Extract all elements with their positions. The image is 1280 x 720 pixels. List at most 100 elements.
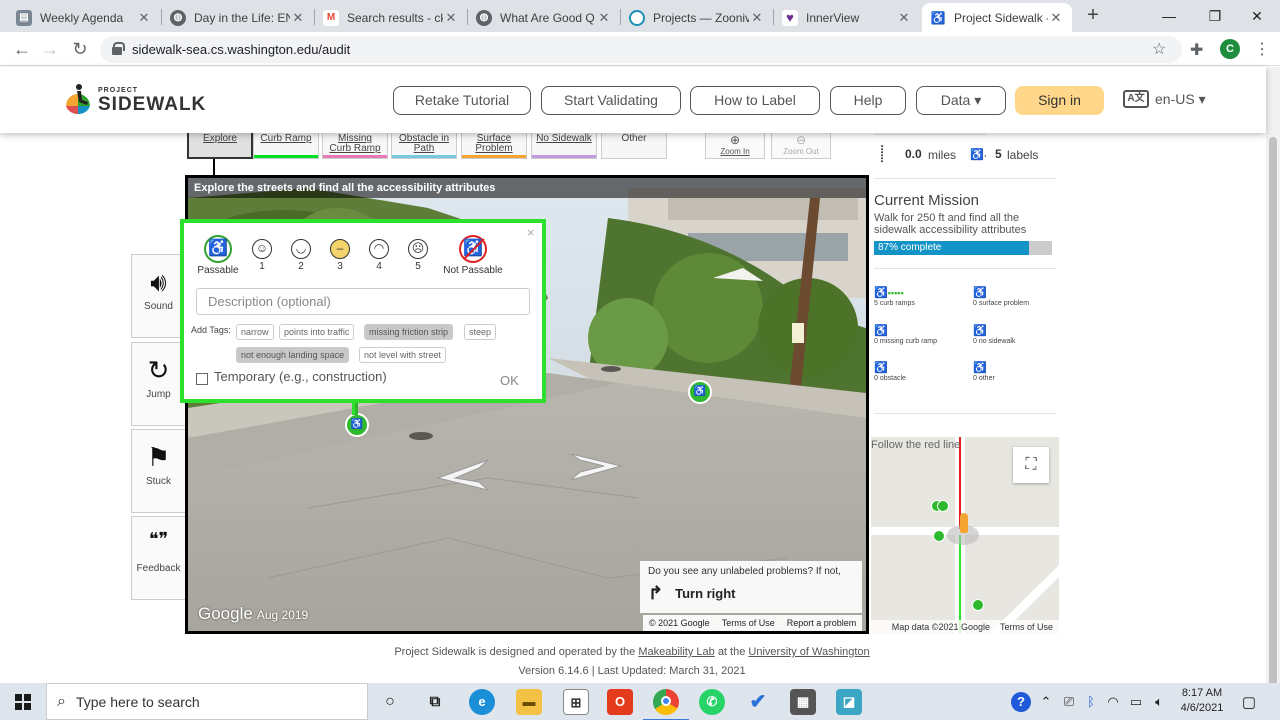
zoom-in-button[interactable]: ⊕ Zoom In xyxy=(705,133,765,159)
meet-now-icon[interactable]: ⎚ xyxy=(1060,683,1078,720)
new-tab-button[interactable]: + xyxy=(1082,4,1104,26)
fullscreen-icon[interactable]: ⛶ xyxy=(1013,447,1049,483)
no-sidewalk-mode-button[interactable]: No Sidewalk xyxy=(531,133,597,159)
reload-icon[interactable]: ↻ xyxy=(68,37,92,61)
extensions-puzzle-icon[interactable]: ✚ xyxy=(1190,40,1203,60)
tag-missing-friction-strip[interactable]: missing friction strip xyxy=(364,324,454,340)
app-window-icon[interactable]: ◪ xyxy=(836,689,862,715)
other-mode-button[interactable]: Other xyxy=(601,133,667,159)
minimap[interactable]: Follow the red line ⛶ Map data ©2021 Goo… xyxy=(871,437,1059,634)
tag-not-enough-landing-space[interactable]: not enough landing space xyxy=(236,347,350,363)
tag-steep[interactable]: steep xyxy=(464,324,497,340)
window-close-icon[interactable]: ✕ xyxy=(1234,0,1280,32)
chrome-icon[interactable] xyxy=(643,689,689,720)
retake-tutorial-button[interactable]: Retake Tutorial xyxy=(393,86,531,115)
explore-mode-button[interactable]: Explore xyxy=(187,133,253,159)
obstacle-mode-button[interactable]: Obstacle in Path xyxy=(391,133,457,159)
jump-button[interactable]: ↻ Jump xyxy=(131,342,186,426)
passable-option[interactable]: ♿ Passable xyxy=(192,235,244,276)
curb-ramp-label-pin[interactable]: ♿ xyxy=(345,413,369,437)
terms-of-use-link[interactable]: Terms of Use xyxy=(716,618,781,628)
notifications-icon[interactable]: ▢ xyxy=(1238,683,1260,720)
curb-ramp-label-pin[interactable]: ♿ xyxy=(688,380,712,404)
task-view-icon[interactable]: ⧉ xyxy=(422,689,448,715)
severity-1-option[interactable]: ☺ 1 xyxy=(242,239,282,272)
edge-browser-icon[interactable]: e xyxy=(469,689,495,715)
ok-button[interactable]: OK xyxy=(500,373,519,388)
browser-tab[interactable]: ▤ Weekly Agenda ✕ xyxy=(8,3,160,32)
browser-tab[interactable]: M Search results - ck ✕ xyxy=(315,3,467,32)
browser-menu-icon[interactable]: ⋮ xyxy=(1254,39,1270,59)
close-tab-icon[interactable]: ✕ xyxy=(1048,10,1064,26)
profile-avatar[interactable]: C xyxy=(1220,39,1240,59)
whatsapp-icon[interactable]: ✆ xyxy=(699,689,725,715)
tag-not-level-with-street[interactable]: not level with street xyxy=(359,347,447,363)
severity-2-option[interactable]: ◡ 2 xyxy=(281,239,321,272)
restore-icon[interactable]: ❐ xyxy=(1192,0,1238,32)
volume-icon[interactable]: 🔈︎ xyxy=(1150,683,1168,720)
temporary-checkbox[interactable] xyxy=(196,373,208,385)
project-sidewalk-logo[interactable]: PROJECT SIDEWALK xyxy=(62,80,212,120)
store-icon[interactable]: ⊞ xyxy=(563,689,589,715)
bluetooth-icon[interactable]: ᛒ xyxy=(1083,683,1099,720)
severity-3-option[interactable]: – 3 xyxy=(320,239,360,272)
close-icon[interactable]: × xyxy=(527,225,535,240)
tag-points-into-traffic[interactable]: points into traffic xyxy=(279,324,355,340)
back-arrow-icon[interactable]: ← xyxy=(10,37,34,61)
scrollbar-thumb[interactable] xyxy=(1269,137,1277,720)
browser-tab-active[interactable]: ♿ Project Sidewalk - ✕ xyxy=(922,3,1072,32)
system-clock[interactable]: 8:17 AM 4/6/2021 xyxy=(1174,686,1230,716)
bookmark-star-icon[interactable]: ☆ xyxy=(1152,39,1166,59)
wifi-icon[interactable]: ◠ xyxy=(1104,683,1122,720)
address-bar[interactable]: sidewalk-sea.cs.washington.edu/audit ☆ xyxy=(100,36,1182,63)
browser-tab[interactable]: ♥ InnerView ✕ xyxy=(774,3,920,32)
map-label-pin[interactable] xyxy=(937,500,949,512)
map-label-pin[interactable] xyxy=(933,530,945,542)
browser-tab[interactable]: ◍ Day in the Life: EN ✕ xyxy=(162,3,314,32)
browser-tab[interactable]: ◍ What Are Good Q ✕ xyxy=(468,3,620,32)
report-problem-link[interactable]: Report a problem xyxy=(781,618,863,628)
how-to-label-button[interactable]: How to Label xyxy=(690,86,820,115)
sign-in-button[interactable]: Sign in xyxy=(1015,86,1104,115)
right-nav-arrow-icon[interactable] xyxy=(566,450,626,482)
turn-right-link[interactable]: ↱ Turn right xyxy=(648,583,854,604)
close-tab-icon[interactable]: ✕ xyxy=(290,10,306,26)
help-tray-icon[interactable]: ? xyxy=(1010,683,1032,720)
severity-5-option[interactable]: ☹ 5 xyxy=(398,239,438,272)
surface-problem-mode-button[interactable]: Surface Problem xyxy=(461,133,527,159)
close-tab-icon[interactable]: ✕ xyxy=(896,10,912,26)
zoom-out-button[interactable]: ⊖ Zoom Out xyxy=(771,133,831,159)
file-explorer-icon[interactable]: ▬ xyxy=(516,689,542,715)
calculator-icon[interactable]: ▦ xyxy=(790,689,816,715)
feedback-button[interactable]: ❝❞ Feedback xyxy=(131,516,186,600)
map-terms-link[interactable]: Terms of Use xyxy=(1000,622,1053,632)
tag-narrow[interactable]: narrow xyxy=(236,324,274,340)
start-button[interactable] xyxy=(0,683,46,720)
help-button[interactable]: Help xyxy=(830,86,906,115)
not-passable-option[interactable]: ♿ Not Passable xyxy=(436,235,510,276)
taskbar-search-box[interactable]: ⌕ Type here to search xyxy=(46,683,368,720)
stuck-button[interactable]: ⚑ Stuck xyxy=(131,429,186,513)
missing-curb-ramp-mode-button[interactable]: Missing Curb Ramp xyxy=(322,133,388,159)
severity-4-option[interactable]: ◠ 4 xyxy=(359,239,399,272)
office-icon[interactable]: O xyxy=(607,689,633,715)
start-validating-button[interactable]: Start Validating xyxy=(541,86,681,115)
forward-arrow-icon[interactable]: → xyxy=(38,37,62,61)
left-nav-arrow-icon[interactable] xyxy=(433,456,493,494)
battery-icon[interactable]: ▭ xyxy=(1126,683,1146,720)
close-tab-icon[interactable]: ✕ xyxy=(749,10,765,26)
pegman-icon[interactable] xyxy=(960,513,968,533)
close-tab-icon[interactable]: ✕ xyxy=(596,10,612,26)
minimize-icon[interactable]: — xyxy=(1146,0,1192,32)
sound-button[interactable]: 🔊︎ Sound xyxy=(131,254,186,338)
page-scrollbar[interactable] xyxy=(1266,67,1280,720)
close-tab-icon[interactable]: ✕ xyxy=(443,10,459,26)
curb-ramp-mode-button[interactable]: Curb Ramp xyxy=(253,133,319,159)
map-label-pin[interactable] xyxy=(972,599,984,611)
browser-tab[interactable]: Projects — Zooniv ✕ xyxy=(621,3,773,32)
todo-checkmark-icon[interactable]: ✔ xyxy=(745,689,771,715)
close-tab-icon[interactable]: ✕ xyxy=(136,10,152,26)
data-dropdown-button[interactable]: Data ▾ xyxy=(916,86,1006,115)
university-link[interactable]: University of Washington xyxy=(748,646,869,658)
show-hidden-icons-icon[interactable]: ⌃ xyxy=(1038,683,1054,720)
